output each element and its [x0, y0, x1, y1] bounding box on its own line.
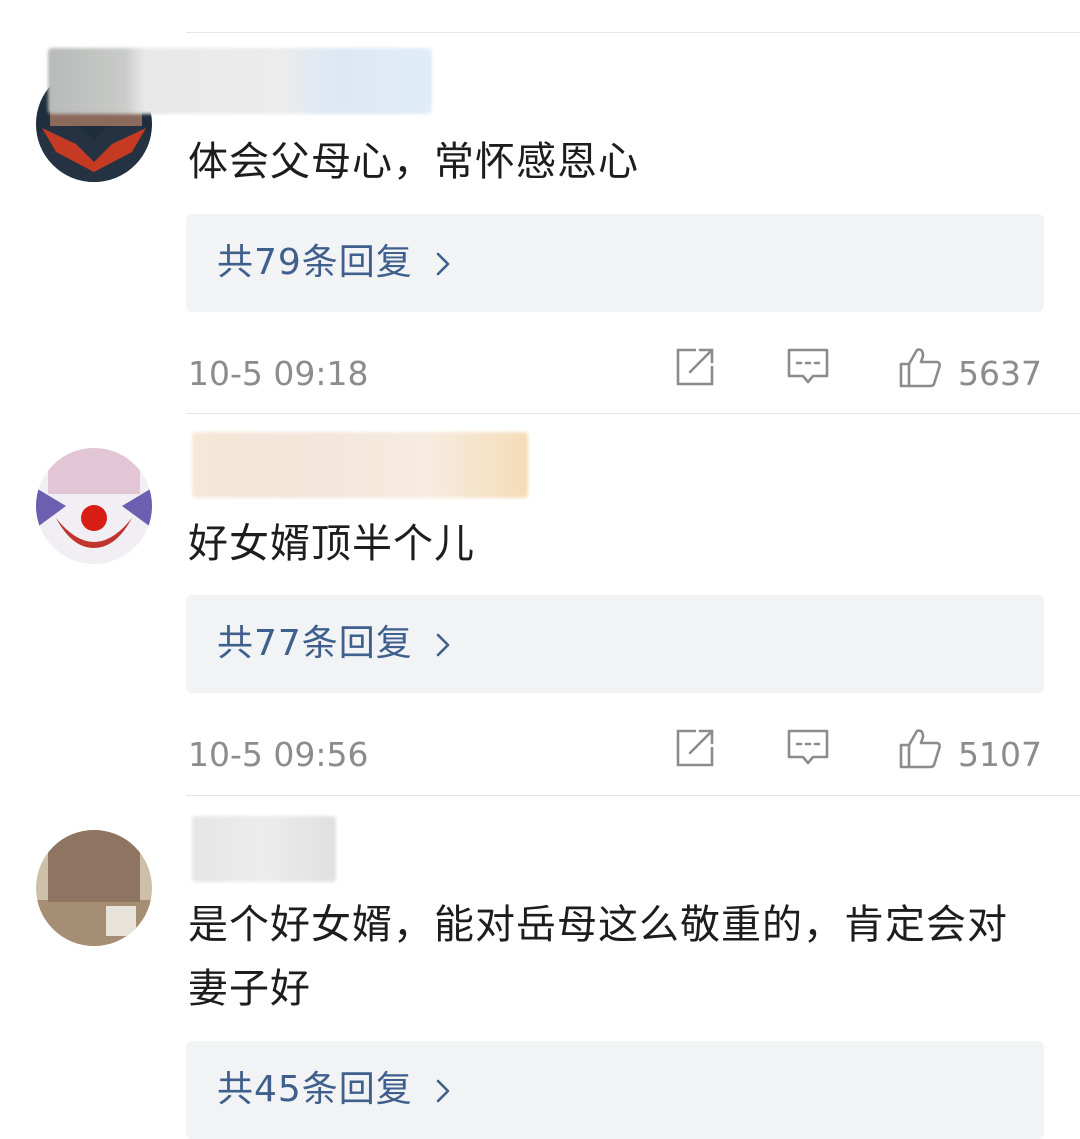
- chevron-right-icon: [436, 252, 450, 276]
- divider: [186, 32, 1080, 33]
- divider: [186, 413, 1080, 414]
- username-blurred[interactable]: [192, 432, 528, 498]
- reply-count-label: 共77条回复: [217, 623, 413, 664]
- comment-icon[interactable]: [785, 344, 831, 390]
- comment-meta: 10-5 09:56 5107: [0, 725, 1080, 785]
- comment-icon[interactable]: [785, 725, 831, 771]
- like-icon[interactable]: [897, 725, 943, 771]
- view-replies-button[interactable]: 共77条回复: [186, 595, 1044, 693]
- avatar[interactable]: [36, 830, 152, 946]
- avatar[interactable]: [36, 448, 152, 564]
- chevron-right-icon: [436, 633, 450, 657]
- like-count: 5107: [958, 735, 1042, 774]
- reply-count-label: 共45条回复: [217, 1069, 413, 1110]
- timestamp: 10-5 09:56: [188, 735, 369, 774]
- share-icon[interactable]: [672, 344, 718, 390]
- chevron-right-icon: [436, 1079, 450, 1103]
- view-replies-button[interactable]: 共45条回复: [186, 1041, 1044, 1139]
- comment-text: 体会父母心，常怀感恩心: [188, 139, 639, 185]
- timestamp: 10-5 09:18: [188, 354, 369, 393]
- comment-meta: 10-5 09:18 5637: [0, 344, 1080, 404]
- username-blurred[interactable]: [48, 48, 432, 114]
- comment-text: 好女婿顶半个儿: [188, 521, 475, 567]
- like-count: 5637: [958, 354, 1042, 393]
- view-replies-button[interactable]: 共79条回复: [186, 214, 1044, 312]
- divider: [186, 795, 1080, 796]
- username-blurred[interactable]: [192, 816, 336, 882]
- reply-count-label: 共79条回复: [217, 242, 413, 283]
- comment-text: 是个好女婿，能对岳母这么敬重的，肯定会对妻子好: [188, 902, 1008, 1012]
- like-icon[interactable]: [897, 344, 943, 390]
- share-icon[interactable]: [672, 725, 718, 771]
